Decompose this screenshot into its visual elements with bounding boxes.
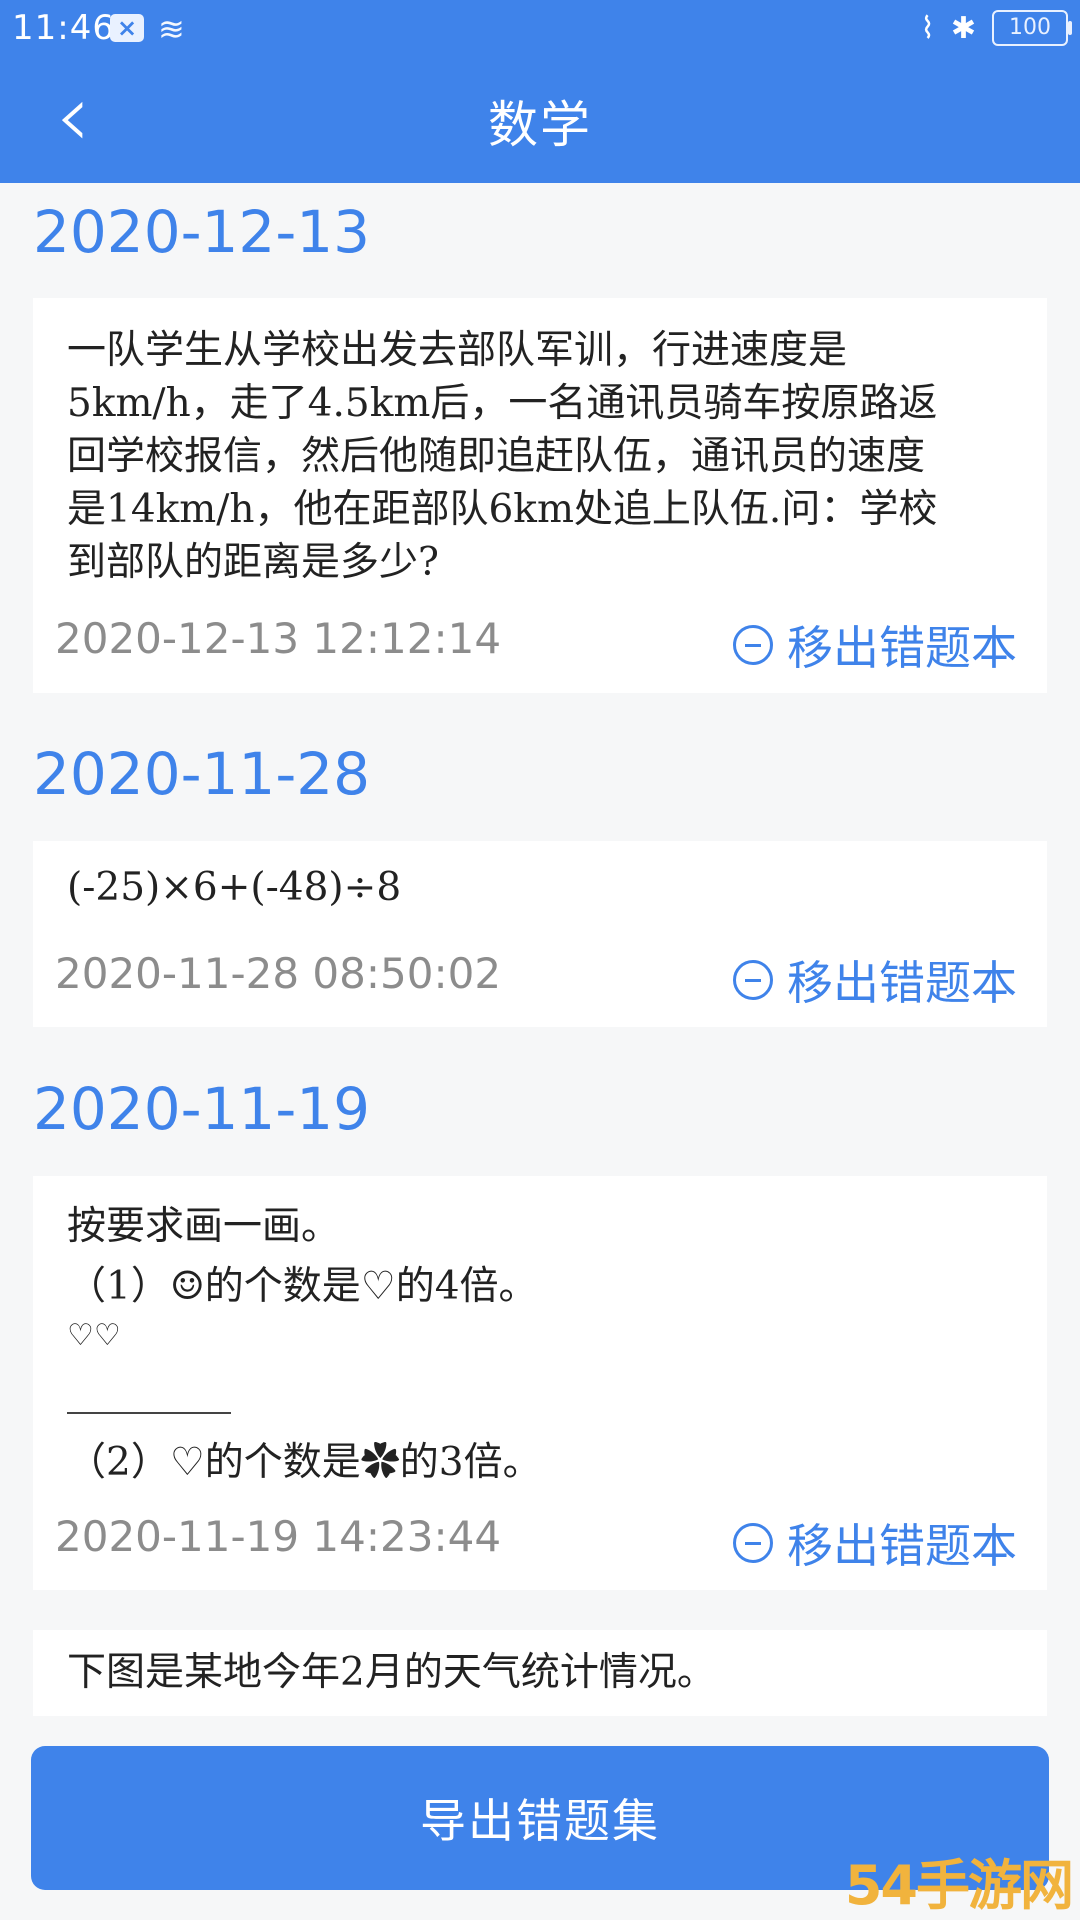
wifi-icon: ≋: [158, 10, 185, 48]
question-text: 下图是某地今年2月的天气统计情况。: [67, 1646, 1013, 1699]
status-time: 11:46: [12, 8, 115, 48]
remove-label: 移出错题本: [787, 956, 1017, 1010]
question-text: 按要求画一画。 （1）☺的个数是♡的4倍。 ♡♡ （2）♡的个数是✿的3倍。: [67, 1200, 1013, 1489]
question-text: 一队学生从学校出发去部队军训，行进速度是 5km/h，走了4.5km后，一名通讯…: [67, 324, 1013, 589]
question-line: 一队学生从学校出发去部队军训，行进速度是: [67, 328, 848, 373]
minus-circle-icon: [733, 1523, 773, 1563]
question-line: 下图是某地今年2月的天气统计情况。: [67, 1650, 716, 1695]
answer-blank-line: [67, 1412, 231, 1414]
battery-icon: 100: [992, 10, 1072, 46]
question-line: 5km/h，走了4.5km后，一名通讯员骑车按原路返: [67, 381, 938, 426]
minus-circle-icon: [733, 625, 773, 665]
question-line: （1）☺的个数是♡的4倍。: [67, 1264, 538, 1309]
entry-timestamp: 2020-12-13 12:12:14: [55, 614, 502, 663]
question-line: (-25)×6+(-48)÷8: [67, 865, 402, 910]
vibrate-icon: ⌇: [920, 10, 935, 46]
question-card[interactable]: 一队学生从学校出发去部队军训，行进速度是 5km/h，走了4.5km后，一名通讯…: [33, 298, 1047, 693]
remove-from-wrongbook-button[interactable]: 移出错题本: [733, 1510, 1017, 1576]
question-line: （2）♡的个数是✿的3倍。: [67, 1440, 542, 1485]
entry-date: 2020-12-13: [33, 198, 371, 266]
watermark-brand: 54手游网: [844, 1854, 1074, 1917]
question-line: 到部队的距离是多少?: [67, 540, 439, 585]
question-text: (-25)×6+(-48)÷8: [67, 861, 1013, 914]
status-bar: 11:46 × ≋ ⌇ ✱ 100: [0, 0, 1080, 56]
page-title: 数学: [488, 96, 592, 154]
entry-date: 2020-11-28: [33, 740, 371, 808]
question-line: 是14km/h，他在距部队6km处追上队伍.问：学校: [67, 487, 938, 532]
remove-from-wrongbook-button[interactable]: 移出错题本: [733, 612, 1017, 678]
minus-circle-icon: [733, 960, 773, 1000]
question-line: 回学校报信，然后他随即追赶队伍，通讯员的速度: [67, 434, 926, 479]
question-card[interactable]: 下图是某地今年2月的天气统计情况。: [33, 1630, 1047, 1716]
app-header: 11:46 × ≋ ⌇ ✱ 100 ‹ 数学: [0, 0, 1080, 183]
remove-label: 移出错题本: [787, 621, 1017, 675]
notification-icon: ×: [110, 14, 144, 42]
question-card[interactable]: 按要求画一画。 （1）☺的个数是♡的4倍。 ♡♡ （2）♡的个数是✿的3倍。 2…: [33, 1176, 1047, 1590]
watermark-logo: 54手游网: [845, 1854, 1074, 1920]
bluetooth-icon: ✱: [950, 10, 976, 46]
question-line: 按要求画一画。: [67, 1204, 341, 1249]
remove-label: 移出错题本: [787, 1519, 1017, 1573]
status-right: ⌇ ✱ 100: [920, 10, 1072, 46]
remove-from-wrongbook-button[interactable]: 移出错题本: [733, 947, 1017, 1013]
entry-timestamp: 2020-11-19 14:23:44: [55, 1512, 502, 1561]
entry-date: 2020-11-19: [33, 1075, 371, 1143]
question-line: ♡♡: [67, 1318, 121, 1353]
question-card[interactable]: (-25)×6+(-48)÷8 2020-11-28 08:50:02 移出错题…: [33, 841, 1047, 1027]
entry-timestamp: 2020-11-28 08:50:02: [55, 949, 502, 998]
